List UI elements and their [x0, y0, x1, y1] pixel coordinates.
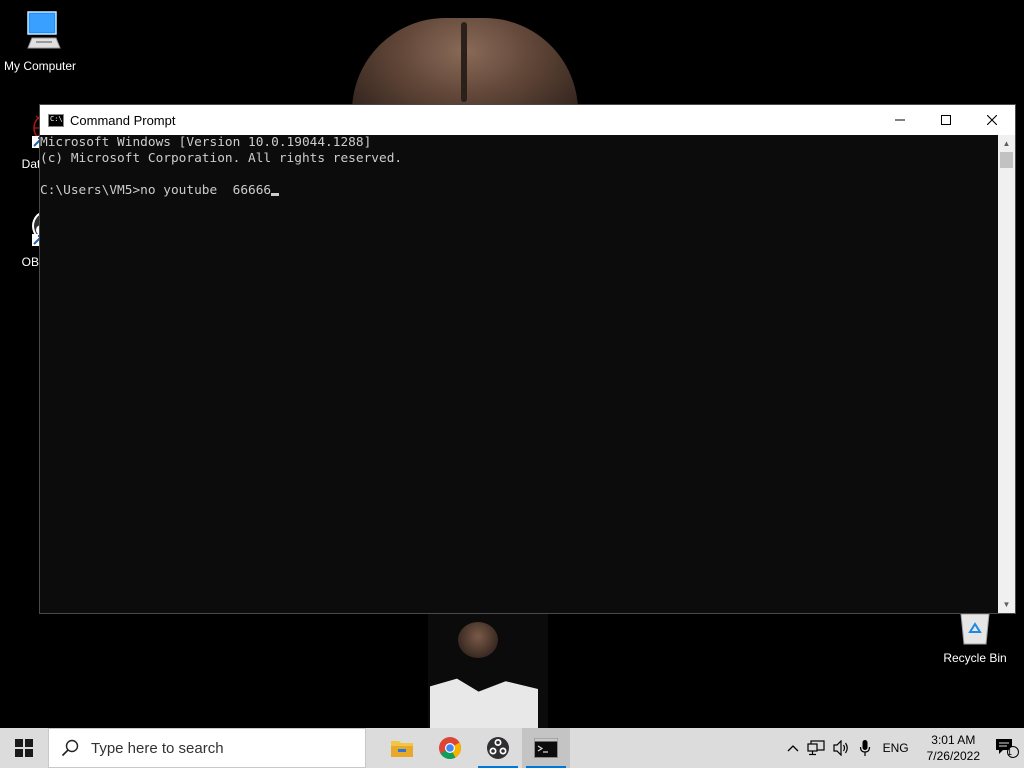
console-line: Microsoft Windows [Version 10.0.19044.12…: [40, 135, 372, 150]
vertical-scrollbar[interactable]: ▲ ▼: [998, 135, 1015, 613]
chevron-up-icon: [787, 745, 799, 752]
console-output[interactable]: Microsoft Windows [Version 10.0.19044.12…: [40, 135, 999, 613]
show-hidden-icons-button[interactable]: [783, 728, 803, 768]
system-tray: ENG 3:01 AM 7/26/2022 1: [783, 728, 1024, 768]
scroll-thumb[interactable]: [1000, 152, 1013, 168]
taskbar-app-file-explorer[interactable]: [378, 728, 426, 768]
console-input-line[interactable]: C:\Users\VM5>no youtube 66666: [40, 183, 999, 199]
folder-icon: [391, 741, 413, 757]
scroll-up-button[interactable]: ▲: [998, 135, 1015, 152]
maximize-button[interactable]: [923, 105, 969, 135]
window-title: Command Prompt: [70, 112, 176, 128]
computer-icon: [27, 11, 61, 49]
taskbar-app-obs-studio[interactable]: [474, 728, 522, 768]
minimize-icon: [895, 119, 905, 121]
command-prompt-window[interactable]: Command Prompt Microsoft Windows [Versio…: [39, 104, 1016, 614]
taskbar-app-command-prompt[interactable]: [522, 728, 570, 768]
desktop-icon-my-computer[interactable]: My Computer: [0, 10, 80, 73]
desktop-icon-label: My Computer: [3, 59, 77, 73]
network-button[interactable]: [803, 728, 829, 768]
cmd-icon: [534, 738, 558, 758]
chevron-down-icon: ▼: [1002, 600, 1011, 609]
console-line: (c) Microsoft Corporation. All rights re…: [40, 151, 403, 166]
obs-icon: [487, 737, 509, 759]
maximize-icon: [941, 115, 951, 125]
start-button[interactable]: [0, 728, 48, 768]
cmd-icon: [48, 113, 64, 127]
clock[interactable]: 3:01 AM 7/26/2022: [917, 732, 990, 764]
wallpaper-photo-detail: [461, 22, 467, 102]
wallpaper-photo-face: [458, 622, 498, 658]
close-icon: [987, 115, 997, 125]
notification-count-badge: 1: [1006, 747, 1012, 757]
clock-date: 7/26/2022: [926, 749, 980, 763]
microphone-icon: [859, 740, 870, 756]
chrome-icon: [439, 737, 461, 759]
network-icon: [806, 740, 825, 756]
console-command: C:\Users\VM5>no youtube 66666: [40, 183, 272, 198]
search-placeholder: Type here to search: [91, 739, 224, 757]
close-button[interactable]: [969, 105, 1015, 135]
desktop: My Computer DataW OBS S Recycle Bin: [0, 0, 1024, 728]
desktop-icon-label: Recycle Bin: [943, 651, 1007, 665]
windows-logo-icon: [15, 739, 33, 757]
text-cursor: [271, 193, 280, 196]
speaker-icon: [832, 740, 848, 756]
desktop-icon-recycle-bin[interactable]: Recycle Bin: [935, 612, 1015, 665]
recycle-bin-icon: [960, 613, 990, 645]
minimize-button[interactable]: [877, 105, 923, 135]
window-titlebar[interactable]: Command Prompt: [40, 105, 1015, 135]
microphone-button[interactable]: [855, 728, 875, 768]
scroll-down-button[interactable]: ▼: [998, 596, 1015, 613]
clock-time: 3:01 AM: [931, 733, 976, 747]
action-center-button[interactable]: 1: [990, 728, 1024, 768]
input-language-indicator[interactable]: ENG: [875, 728, 917, 768]
search-icon: [61, 739, 79, 757]
taskbar: Type here to search ENG 3:01 AM 7/26/202…: [0, 728, 1024, 768]
volume-button[interactable]: [829, 728, 855, 768]
taskbar-app-chrome[interactable]: [426, 728, 474, 768]
taskbar-search-box[interactable]: Type here to search: [48, 728, 366, 768]
chevron-up-icon: ▲: [1002, 139, 1011, 148]
